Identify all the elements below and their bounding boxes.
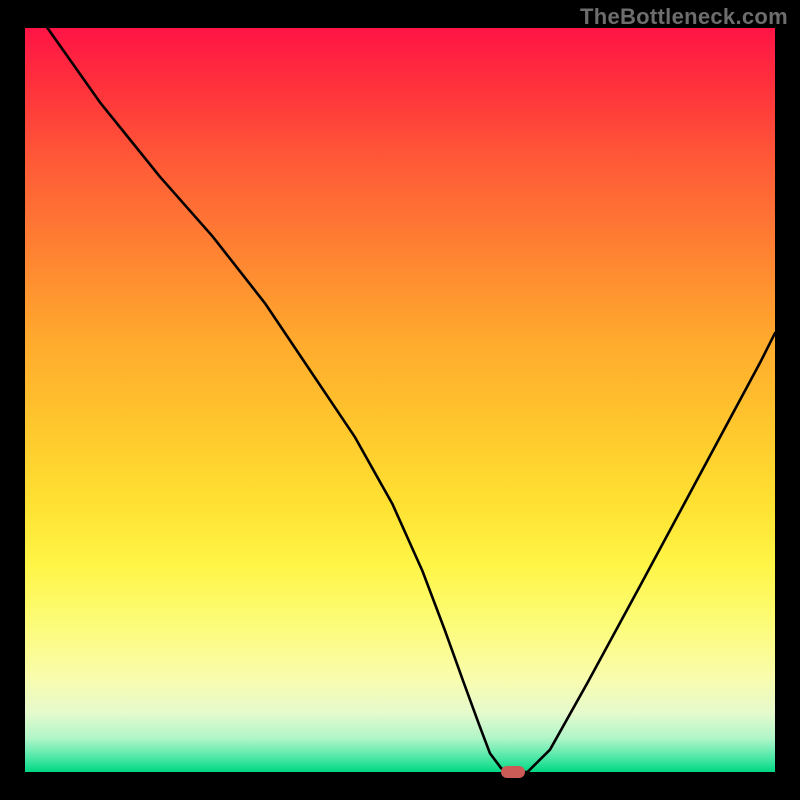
optimum-marker xyxy=(501,766,525,778)
bottleneck-curve xyxy=(25,28,775,772)
plot-area xyxy=(25,28,775,772)
watermark-text: TheBottleneck.com xyxy=(580,4,788,30)
chart-frame: TheBottleneck.com xyxy=(0,0,800,800)
